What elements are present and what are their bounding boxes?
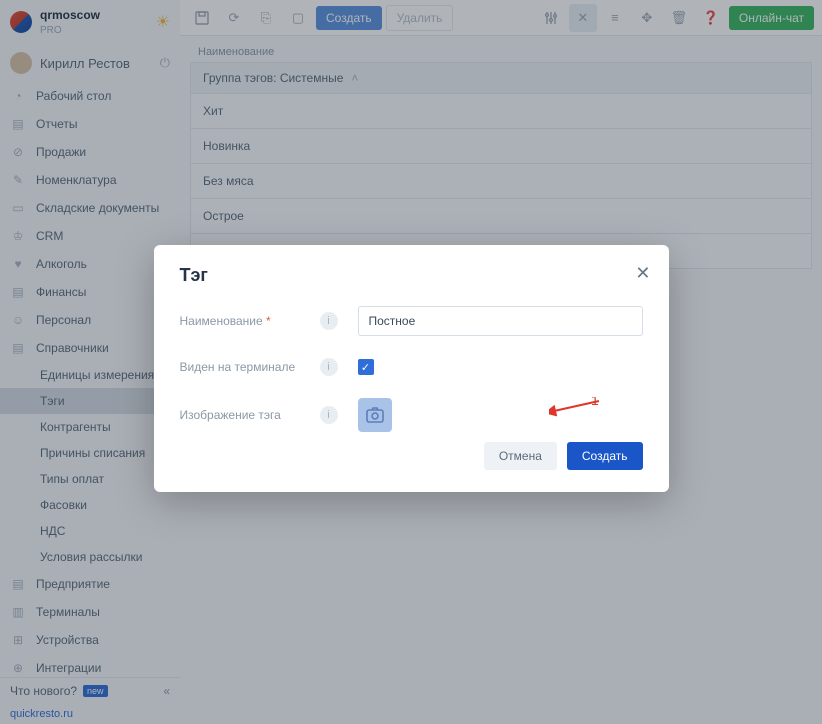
field-visible: Виден на терминале i ✓ bbox=[180, 358, 643, 376]
close-icon[interactable]: ✕ bbox=[635, 263, 650, 284]
cancel-button[interactable]: Отмена bbox=[484, 442, 557, 470]
image-label: Изображение тэга bbox=[180, 408, 320, 422]
modal-title: Тэг bbox=[180, 265, 643, 286]
modal-actions: Отмена Создать bbox=[180, 442, 643, 470]
field-name: Наименование * i bbox=[180, 306, 643, 336]
image-upload-button[interactable] bbox=[358, 398, 392, 432]
modal-overlay: ✕ Тэг Наименование * i Виден на терминал… bbox=[0, 0, 822, 724]
info-icon[interactable]: i bbox=[320, 312, 338, 330]
info-icon[interactable]: i bbox=[320, 358, 338, 376]
visible-checkbox[interactable]: ✓ bbox=[358, 359, 374, 375]
visible-label: Виден на терминале bbox=[180, 360, 320, 374]
name-label: Наименование * bbox=[180, 314, 320, 328]
name-input[interactable] bbox=[358, 306, 643, 336]
tag-modal: ✕ Тэг Наименование * i Виден на терминал… bbox=[154, 245, 669, 492]
info-icon[interactable]: i bbox=[320, 406, 338, 424]
submit-button[interactable]: Создать bbox=[567, 442, 643, 470]
field-image: Изображение тэга i bbox=[180, 398, 643, 432]
